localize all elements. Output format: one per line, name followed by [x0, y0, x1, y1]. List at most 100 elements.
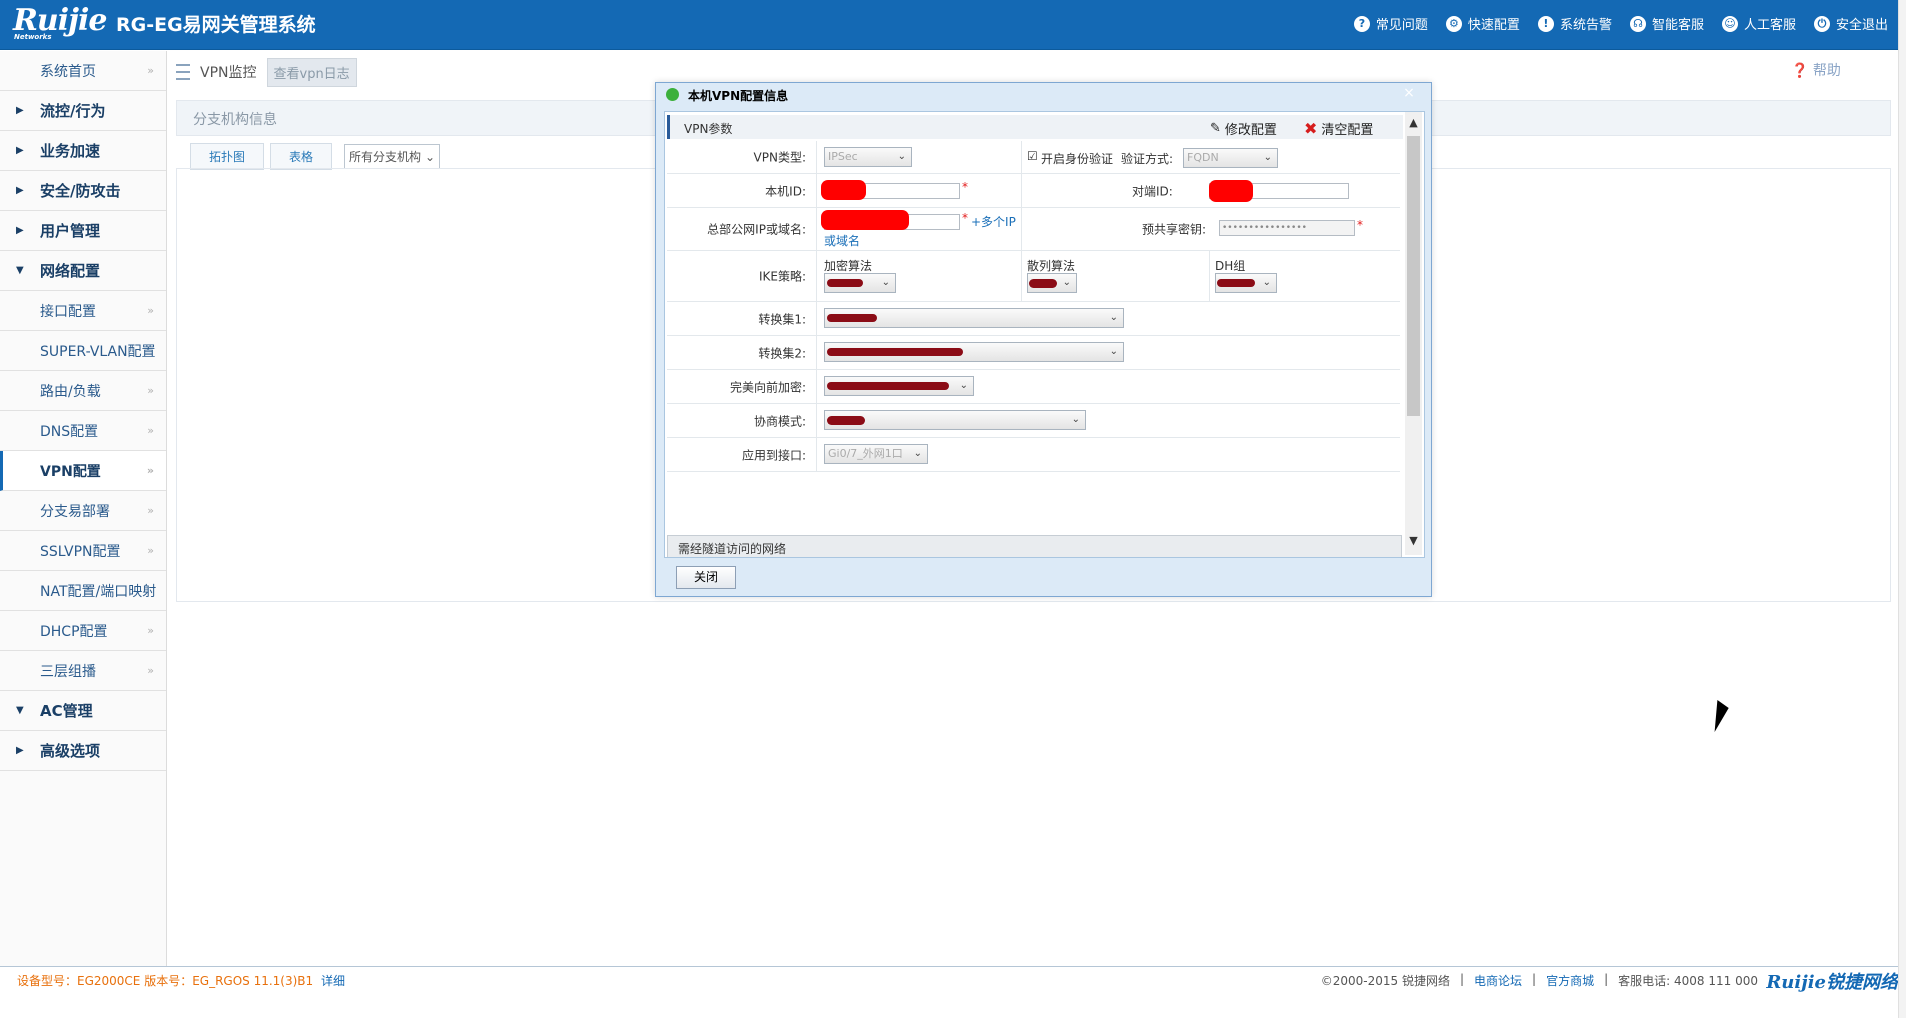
scroll-thumb[interactable]: [1407, 136, 1420, 416]
add-multiple-ip-link[interactable]: +多个IP: [971, 213, 1016, 230]
mouse-cursor: [1714, 700, 1730, 732]
row-ids: 本机ID: * 对端ID:: [667, 174, 1400, 208]
sidebar-item-vpn[interactable]: VPN配置 »: [0, 451, 166, 491]
tab-topology[interactable]: 拓扑图: [190, 143, 265, 170]
vpn-monitor-title: VPN监控: [200, 65, 257, 81]
footer-logo: Ruijie锐捷网络: [1766, 972, 1898, 993]
sidebar-group-ac[interactable]: ▼ AC管理: [0, 691, 166, 731]
top-header: Ruijie Networks RG-EG易网关管理系统 ? 常见问题 ⚙ 快速…: [0, 0, 1906, 50]
redaction-mark: [1217, 279, 1255, 287]
chevron-down-icon: ⌄: [1262, 277, 1271, 288]
chevron-right-icon: »: [147, 664, 154, 677]
chevron-down-icon: ⌄: [1062, 277, 1071, 288]
redaction-mark: [827, 348, 963, 356]
caret-down-icon: ▼: [16, 265, 24, 276]
scroll-down-icon[interactable]: ▼: [1405, 534, 1422, 551]
gear-icon: ⚙: [1445, 15, 1462, 32]
chevron-down-icon: ⌄: [425, 149, 436, 164]
forum-link[interactable]: 电商论坛: [1474, 972, 1522, 989]
row-negotiation: 协商模式: ⌄: [667, 404, 1400, 438]
page-scrollbar[interactable]: [1898, 0, 1906, 1018]
auth-checkbox[interactable]: ☑: [1027, 149, 1038, 163]
sidebar-item-dhcp[interactable]: DHCP配置 »: [0, 611, 166, 651]
smart-service-link[interactable]: ☊ 智能客服: [1629, 14, 1704, 33]
redaction-mark: [827, 314, 877, 322]
scroll-up-icon[interactable]: ▲: [1405, 116, 1422, 133]
sidebar-item-sslvpn[interactable]: SSLVPN配置 »: [0, 531, 166, 571]
branch-view-tabs: 拓扑图 表格 所有分支机构 ⌄: [190, 143, 441, 170]
caret-right-icon: ▶: [16, 185, 24, 196]
human-service-link[interactable]: ☺ 人工客服: [1721, 14, 1796, 33]
footer: 设备型号：EG2000CE 版本号：EG_RGOS 11.1(3)B1 详细 ©…: [0, 966, 1906, 1019]
sidebar-group-network[interactable]: ▼ 网络配置: [0, 251, 166, 291]
chevron-down-icon: ⌄: [897, 151, 906, 162]
chevron-right-icon: »: [147, 384, 154, 397]
chevron-down-icon: ⌄: [1109, 312, 1118, 323]
service-phone: 客服电话: 4008 111 000: [1618, 974, 1758, 988]
app-title: RG-EG易网关管理系统: [116, 14, 316, 36]
auth-method-select[interactable]: FQDN ⌄: [1183, 148, 1278, 168]
headset-icon: ☊: [1629, 15, 1646, 32]
sidebar-item-nat[interactable]: NAT配置/端口映射: [0, 571, 166, 611]
sidebar-group-security[interactable]: ▶ 安全/防攻击: [0, 171, 166, 211]
chevron-right-icon: »: [147, 64, 154, 77]
row-hq-ip: 总部公网IP或域名: * +多个IP 或域名 预共享密钥: ••••••••••…: [667, 208, 1400, 251]
clear-config-button[interactable]: ✖ 清空配置: [1304, 119, 1373, 138]
dialog-close-x[interactable]: ×: [1397, 84, 1421, 102]
quick-config-link[interactable]: ⚙ 快速配置: [1445, 14, 1520, 33]
logo-subtext: Networks: [14, 33, 52, 41]
sidebar-item-branch-deploy[interactable]: 分支易部署 »: [0, 491, 166, 531]
sidebar-group-advanced[interactable]: ▶ 高级选项: [0, 731, 166, 771]
logout-link[interactable]: ⏻ 安全退出: [1813, 14, 1888, 33]
faq-link[interactable]: ? 常见问题: [1353, 14, 1428, 33]
caret-right-icon: ▶: [16, 225, 24, 236]
edit-config-button[interactable]: ✎ 修改配置: [1210, 119, 1277, 138]
dialog-titlebar: 本机VPN配置信息 ×: [656, 83, 1431, 107]
caret-down-icon: ▼: [16, 705, 24, 716]
chevron-down-icon: ⌄: [881, 277, 890, 288]
sidebar-item-interface[interactable]: 接口配置 »: [0, 291, 166, 331]
sidebar-group-traffic[interactable]: ▶ 流控/行为: [0, 91, 166, 131]
sidebar-item-supervlan[interactable]: SUPER-VLAN配置: [0, 331, 166, 371]
chevron-right-icon: »: [147, 544, 154, 557]
sidebar-item-multicast[interactable]: 三层组播 »: [0, 651, 166, 691]
vpn-type-select[interactable]: IPSec ⌄: [824, 147, 912, 167]
sidebar-item-dns[interactable]: DNS配置 »: [0, 411, 166, 451]
redaction-mark: [827, 382, 949, 390]
row-transform2: 转换集2: ⌄: [667, 336, 1400, 370]
redaction-mark: [827, 279, 863, 287]
sidebar-group-users[interactable]: ▶ 用户管理: [0, 211, 166, 251]
chevron-right-icon: »: [147, 304, 154, 317]
menu-icon: [176, 64, 190, 80]
sidebar-item-routing[interactable]: 路由/负载 »: [0, 371, 166, 411]
detail-link[interactable]: 详细: [321, 974, 345, 988]
tab-table[interactable]: 表格: [270, 143, 333, 170]
psk-input[interactable]: ••••••••••••••••: [1219, 220, 1355, 236]
caret-right-icon: ▶: [16, 745, 24, 756]
branch-filter-select[interactable]: 所有分支机构 ⌄: [344, 144, 441, 169]
chevron-down-icon: ⌄: [1109, 346, 1118, 357]
caret-right-icon: ▶: [16, 145, 24, 156]
dialog-close-button[interactable]: 关闭: [676, 566, 736, 589]
info-icon: [666, 88, 679, 101]
chevron-down-icon: ⌄: [913, 448, 922, 459]
system-alarm-link[interactable]: ! 系统告警: [1537, 14, 1612, 33]
sidebar-group-acceleration[interactable]: ▶ 业务加速: [0, 131, 166, 171]
redaction-mark: [827, 416, 865, 425]
chevron-right-icon: »: [146, 464, 154, 477]
help-link[interactable]: ❓ 帮助: [1791, 60, 1841, 80]
dialog-scrollbar[interactable]: ▲ ▼: [1405, 112, 1422, 555]
tunnel-network-section: 需经隧道访问的网络: [667, 535, 1402, 557]
question-icon: ?: [1353, 15, 1370, 32]
row-ike: IKE策略: 加密算法 ⌄ 散列算法 ⌄ DH组 ⌄: [667, 251, 1400, 302]
sidebar-item-home[interactable]: 系统首页 »: [0, 51, 166, 91]
add-domain-link[interactable]: 或域名: [824, 232, 860, 249]
shop-link[interactable]: 官方商城: [1546, 972, 1594, 989]
redaction-mark: [1209, 180, 1253, 202]
redaction-mark: [821, 210, 909, 230]
view-vpn-log-button[interactable]: 查看vpn日志: [266, 57, 357, 87]
dialog-title: 本机VPN配置信息: [688, 89, 789, 103]
ruijie-logo: Ruijie: [13, 3, 107, 38]
edit-icon: ✎: [1210, 121, 1221, 136]
apply-interface-select[interactable]: Gi0/7_外网1口 ⌄: [824, 444, 928, 464]
